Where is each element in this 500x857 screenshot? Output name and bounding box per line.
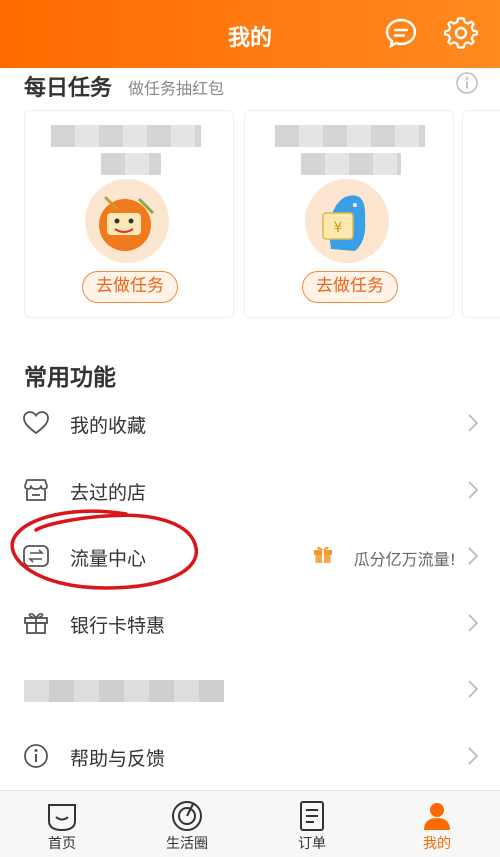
info-icon: [24, 744, 48, 768]
menu-item-favorites[interactable]: 我的收藏: [0, 390, 500, 456]
common-functions-title: 常用功能: [24, 365, 116, 391]
chevron-right-icon: [468, 614, 479, 632]
menu-item-label: 去过的店: [70, 482, 147, 504]
tab-label: 我的: [423, 836, 451, 852]
menu-item-visited-stores[interactable]: 去过的店: [0, 457, 500, 523]
mascot-image: ¥: [305, 179, 389, 263]
mascot-image: [85, 179, 169, 263]
daily-tasks-subtitle: 做任务抽红包: [128, 79, 225, 98]
order-list-icon: [300, 801, 324, 831]
do-task-button[interactable]: 去做任务: [82, 271, 178, 303]
tab-orders[interactable]: 订单: [262, 791, 362, 857]
chevron-right-icon: [468, 481, 479, 499]
tab-label: 订单: [298, 836, 326, 852]
data-exchange-icon: [23, 545, 49, 567]
tab-life-circle[interactable]: 生活圈: [137, 791, 237, 857]
blurred-text: [275, 125, 425, 147]
heart-icon: [23, 411, 49, 435]
daily-tasks-title: 每日任务: [24, 76, 113, 101]
menu-item-label: 流量中心: [70, 548, 147, 570]
user-icon: [424, 803, 450, 830]
task-card[interactable]: ¥ 去做任务: [244, 110, 454, 318]
blurred-text: [101, 153, 161, 175]
tab-home[interactable]: 首页: [12, 791, 112, 857]
task-card[interactable]: 去做任务: [24, 110, 234, 318]
blurred-text: [24, 680, 224, 702]
home-icon: [48, 804, 76, 832]
tab-mine[interactable]: 我的: [387, 791, 487, 857]
menu-item-data-center[interactable]: 流量中心 瓜分亿万流量!: [0, 523, 500, 589]
store-icon: [24, 479, 48, 501]
menu-item-label: 帮助与反馈: [70, 748, 166, 770]
radar-icon: [172, 801, 202, 831]
gift-icon: [24, 612, 48, 634]
tab-label: 生活圈: [166, 836, 208, 852]
menu-item-help-feedback[interactable]: 帮助与反馈: [0, 723, 500, 789]
blurred-text: [51, 125, 201, 147]
chevron-right-icon: [468, 680, 479, 698]
gear-icon[interactable]: [444, 16, 478, 50]
menu-item-label: 我的收藏: [70, 415, 147, 437]
page-title: 我的: [227, 26, 272, 51]
bottom-tab-bar: 首页 生活圈 订单 我的: [0, 790, 500, 857]
info-icon[interactable]: [456, 72, 478, 94]
message-icon[interactable]: [384, 16, 418, 50]
menu-item-bank-card-deals[interactable]: 银行卡特惠: [0, 590, 500, 656]
svg-text:¥: ¥: [334, 220, 343, 236]
chevron-right-icon: [468, 414, 479, 432]
tab-label: 首页: [48, 836, 76, 852]
chevron-right-icon: [468, 547, 479, 565]
menu-item-label: 银行卡特惠: [70, 615, 166, 637]
task-card-partial[interactable]: [462, 110, 500, 318]
header-bar: 我的: [0, 0, 500, 68]
do-task-button[interactable]: 去做任务: [302, 271, 398, 303]
promo-text: 瓜分亿万流量!: [353, 550, 456, 569]
blurred-text: [301, 153, 401, 175]
gift-icon: [314, 546, 332, 563]
menu-item-blurred[interactable]: [0, 656, 500, 722]
chevron-right-icon: [468, 747, 479, 765]
